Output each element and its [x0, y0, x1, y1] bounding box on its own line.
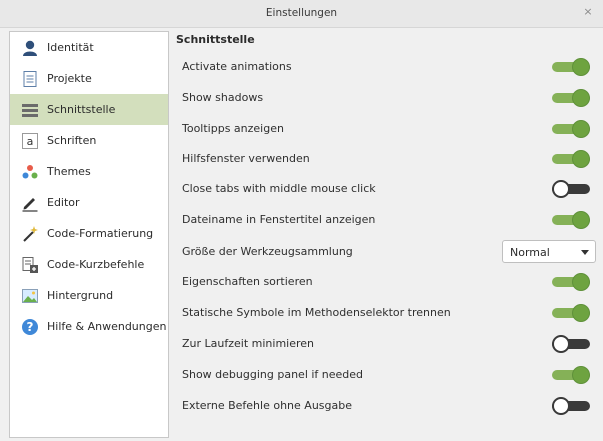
sidebar-item-label: Schriften [47, 134, 97, 147]
setting-debugging-panel: Show debugging panel if needed [176, 363, 596, 387]
toggle-thumb [572, 89, 590, 107]
svg-text:a: a [27, 135, 34, 148]
setting-label: Show shadows [182, 91, 264, 104]
sidebar-item-label: Themes [47, 165, 91, 178]
setting-hilfsfenster: Hilfsfenster verwenden [176, 147, 596, 171]
setting-label: Eigenschaften sortieren [182, 275, 313, 288]
sidebar-item-label: Schnittstelle [47, 103, 116, 116]
toggle-thumb [572, 273, 590, 291]
sidebar-item-identitaet[interactable]: Identität [10, 32, 168, 63]
setting-werkzeugsammlung-size: Größe der Werkzeugsammlung Normal [176, 240, 596, 264]
setting-label: Show debugging panel if needed [182, 368, 364, 381]
toggle-thumb [552, 397, 570, 415]
sidebar-item-label: Projekte [47, 72, 92, 85]
setting-eigenschaften-sortieren: Eigenschaften sortieren [176, 270, 596, 294]
dateiname-fenstertitel-toggle[interactable] [552, 211, 590, 229]
setting-activate-animations: Activate animations [176, 55, 596, 79]
setting-dateiname-fenstertitel: Dateiname in Fenstertitel anzeigen [176, 208, 596, 232]
shortcut-icon [21, 256, 39, 274]
themes-icon [21, 163, 39, 181]
sidebar-item-editor[interactable]: Editor [10, 187, 168, 218]
help-icon: ? [21, 318, 39, 336]
sidebar-item-schriften[interactable]: a Schriften [10, 125, 168, 156]
setting-label: Hilfsfenster verwenden [182, 152, 310, 165]
setting-label: Tooltipps anzeigen [182, 122, 284, 135]
sidebar-item-label: Identität [47, 41, 94, 54]
sidebar-item-code-formatierung[interactable]: Code-Formatierung [10, 218, 168, 249]
select-value: Normal [510, 246, 550, 259]
toggle-thumb [572, 58, 590, 76]
show-shadows-toggle[interactable] [552, 89, 590, 107]
section-title: Schnittstelle [176, 33, 255, 46]
toggle-thumb [572, 304, 590, 322]
laufzeit-minimieren-toggle[interactable] [552, 335, 590, 353]
settings-sidebar: Identität Projekte Schnittstelle a Schri… [9, 31, 169, 438]
window-title: Einstellungen [265, 7, 338, 19]
toggle-thumb [572, 211, 590, 229]
setting-externe-befehle: Externe Befehle ohne Ausgabe [176, 394, 596, 418]
sidebar-item-projekte[interactable]: Projekte [10, 63, 168, 94]
externe-befehle-toggle[interactable] [552, 397, 590, 415]
image-icon [21, 287, 39, 305]
toggle-thumb [572, 150, 590, 168]
magic-wand-icon [21, 225, 39, 243]
sidebar-item-code-kurzbefehle[interactable]: Code-Kurzbefehle [10, 249, 168, 280]
sidebar-item-hilfe[interactable]: ? Hilfe & Anwendungen [10, 311, 168, 342]
title-bar[interactable]: Einstellungen × [0, 0, 603, 28]
setting-close-tabs-middle-click: Close tabs with middle mouse click [176, 177, 596, 201]
debugging-panel-toggle[interactable] [552, 366, 590, 384]
font-icon: a [21, 132, 39, 150]
setting-tooltipps: Tooltipps anzeigen [176, 117, 596, 141]
toggle-thumb [552, 180, 570, 198]
activate-animations-toggle[interactable] [552, 58, 590, 76]
pen-icon [21, 194, 39, 212]
setting-laufzeit-minimieren: Zur Laufzeit minimieren [176, 332, 596, 356]
setting-show-shadows: Show shadows [176, 86, 596, 110]
close-tabs-middle-click-toggle[interactable] [552, 180, 590, 198]
setting-label: Close tabs with middle mouse click [182, 182, 376, 195]
document-icon [21, 70, 39, 88]
toggle-thumb [572, 366, 590, 384]
interface-icon [21, 101, 39, 119]
chevron-down-icon [581, 250, 589, 255]
sidebar-item-label: Hintergrund [47, 289, 114, 302]
svg-text:?: ? [27, 320, 34, 334]
setting-label: Statische Symbole im Methodenselektor tr… [182, 306, 451, 319]
sidebar-item-label: Editor [47, 196, 80, 209]
settings-window: Einstellungen × Identität Projekte Schni… [0, 0, 603, 441]
settings-content: Schnittstelle Activate animations Show s… [176, 30, 603, 441]
sidebar-item-label: Code-Formatierung [47, 227, 154, 240]
sidebar-item-label: Hilfe & Anwendungen [47, 320, 167, 333]
werkzeugsammlung-size-select[interactable]: Normal [502, 240, 596, 263]
setting-label: Zur Laufzeit minimieren [182, 337, 315, 350]
setting-label: Dateiname in Fenstertitel anzeigen [182, 213, 376, 226]
sidebar-item-label: Code-Kurzbefehle [47, 258, 145, 271]
sidebar-item-hintergrund[interactable]: Hintergrund [10, 280, 168, 311]
setting-label: Externe Befehle ohne Ausgabe [182, 399, 352, 412]
close-icon[interactable]: × [581, 5, 595, 19]
tooltipps-toggle[interactable] [552, 120, 590, 138]
toggle-thumb [552, 335, 570, 353]
user-icon [21, 39, 39, 57]
sidebar-item-schnittstelle[interactable]: Schnittstelle [10, 94, 168, 125]
hilfsfenster-toggle[interactable] [552, 150, 590, 168]
setting-label: Activate animations [182, 60, 292, 73]
setting-label: Größe der Werkzeugsammlung [182, 245, 353, 258]
eigenschaften-sortieren-toggle[interactable] [552, 273, 590, 291]
toggle-thumb [572, 120, 590, 138]
setting-statische-symbole: Statische Symbole im Methodenselektor tr… [176, 301, 596, 325]
statische-symbole-toggle[interactable] [552, 304, 590, 322]
sidebar-item-themes[interactable]: Themes [10, 156, 168, 187]
